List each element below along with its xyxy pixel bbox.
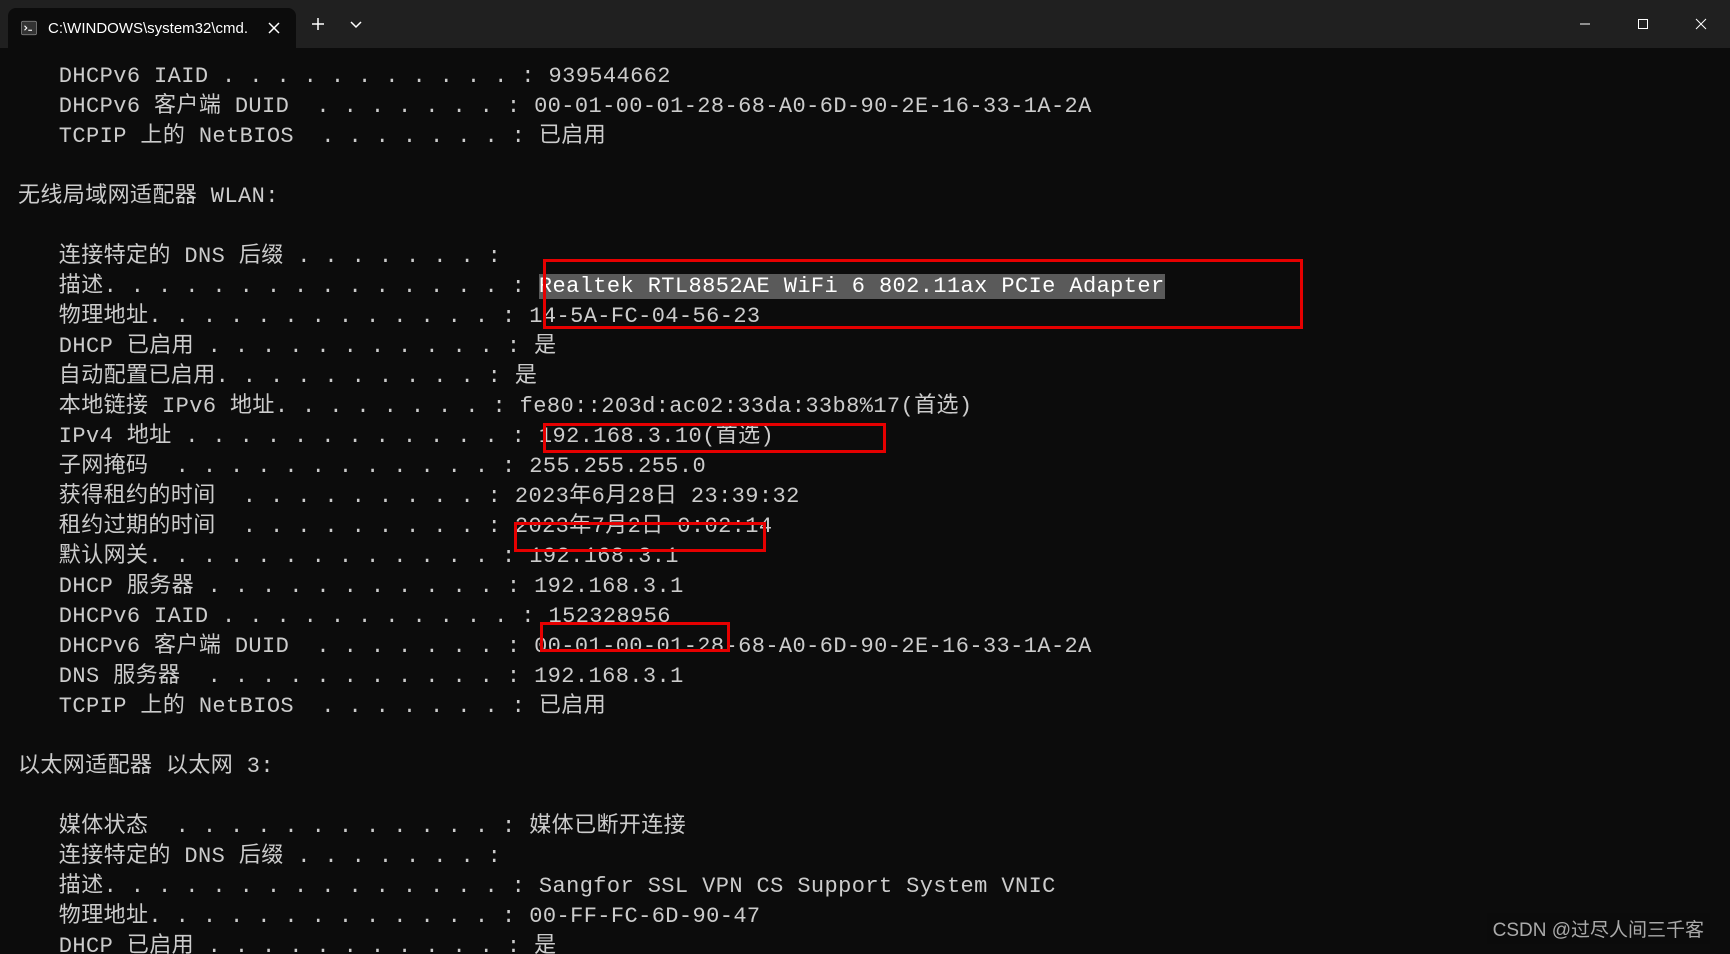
terminal-line: 物理地址. . . . . . . . . . . . . : 14-5A-FC…	[18, 302, 1712, 332]
line-value: 媒体已断开连接	[529, 814, 686, 839]
line-label: 媒体状态 . . . . . . . . . . . . :	[18, 814, 529, 839]
blank-line	[18, 212, 1712, 242]
line-value: fe80::203d:ac02:33da:33b8%17(首选)	[520, 394, 973, 419]
cmd-icon	[20, 19, 38, 37]
line-label: 租约过期的时间 . . . . . . . . . :	[18, 514, 515, 539]
line-label: DNS 服务器 . . . . . . . . . . . :	[18, 664, 534, 689]
line-label: 本地链接 IPv6 地址. . . . . . . . :	[18, 394, 520, 419]
line-value: Realtek RTL8852AE WiFi 6 802.11ax PCIe A…	[539, 274, 1165, 299]
terminal-line: 租约过期的时间 . . . . . . . . . : 2023年7月2日 0:…	[18, 512, 1712, 542]
line-value: 939544662	[548, 64, 670, 89]
section-header: 以太网适配器 以太网 3:	[18, 752, 1712, 782]
terminal-line: 获得租约的时间 . . . . . . . . . : 2023年6月28日 2…	[18, 482, 1712, 512]
line-value: 是	[534, 934, 556, 954]
terminal-line: TCPIP 上的 NetBIOS . . . . . . . : 已启用	[18, 692, 1712, 722]
terminal-line: TCPIP 上的 NetBIOS . . . . . . . : 已启用	[18, 122, 1712, 152]
maximize-button[interactable]	[1614, 0, 1672, 48]
titlebar: C:\WINDOWS\system32\cmd.	[0, 0, 1730, 48]
tab-title: C:\WINDOWS\system32\cmd.	[48, 20, 248, 37]
active-tab[interactable]: C:\WINDOWS\system32\cmd.	[8, 8, 296, 48]
blank-line	[18, 782, 1712, 812]
blank-line	[18, 722, 1712, 752]
line-value: 192.168.3.1	[529, 544, 679, 569]
line-label: 获得租约的时间 . . . . . . . . . :	[18, 484, 515, 509]
terminal-line: DNS 服务器 . . . . . . . . . . . : 192.168.…	[18, 662, 1712, 692]
terminal-line: 子网掩码 . . . . . . . . . . . . : 255.255.2…	[18, 452, 1712, 482]
terminal-line: 媒体状态 . . . . . . . . . . . . : 媒体已断开连接	[18, 812, 1712, 842]
terminal-line: DHCP 已启用 . . . . . . . . . . . : 是	[18, 332, 1712, 362]
line-value: 14-5A-FC-04-56-23	[529, 304, 760, 329]
terminal-line: DHCP 已启用 . . . . . . . . . . . : 是	[18, 932, 1712, 954]
line-value: 00-01-00-01-28-68-A0-6D-90-2E-16-33-1A-2…	[534, 94, 1092, 119]
line-value: 255.255.255.0	[529, 454, 706, 479]
line-value: Sangfor SSL VPN CS Support System VNIC	[539, 874, 1056, 899]
section-header: 无线局域网适配器 WLAN:	[18, 182, 1712, 212]
line-value: 00-FF-FC-6D-90-47	[529, 904, 760, 929]
line-value: 2023年7月2日 0:02:14	[515, 514, 773, 539]
line-value: 192.168.3.1	[534, 664, 684, 689]
line-label: DHCPv6 IAID . . . . . . . . . . . :	[18, 604, 548, 629]
line-label: 描述. . . . . . . . . . . . . . . :	[18, 874, 539, 899]
new-tab-button[interactable]	[300, 6, 336, 42]
terminal-line: 本地链接 IPv6 地址. . . . . . . . : fe80::203d…	[18, 392, 1712, 422]
line-value: 00-01-00-01-28-68-A0-6D-90-2E-16-33-1A-2…	[534, 634, 1092, 659]
line-value: 是	[515, 364, 537, 389]
line-value: 192.168.3.1	[534, 574, 684, 599]
tab-dropdown-button[interactable]	[338, 6, 374, 42]
line-value: 2023年6月28日 23:39:32	[515, 484, 800, 509]
line-value: 已启用	[539, 694, 606, 719]
terminal-line: DHCPv6 IAID . . . . . . . . . . . : 9395…	[18, 62, 1712, 92]
line-label: DHCPv6 客户端 DUID . . . . . . . :	[18, 634, 534, 659]
line-label: DHCPv6 IAID . . . . . . . . . . . :	[18, 64, 548, 89]
line-label: DHCP 服务器 . . . . . . . . . . . :	[18, 574, 534, 599]
line-value: 已启用	[539, 124, 606, 149]
terminal-line: 描述. . . . . . . . . . . . . . . : Sangfo…	[18, 872, 1712, 902]
line-value: 是	[534, 334, 556, 359]
line-label: 连接特定的 DNS 后缀 . . . . . . . :	[18, 244, 515, 269]
window-controls	[1556, 0, 1730, 48]
terminal-line: 物理地址. . . . . . . . . . . . . : 00-FF-FC…	[18, 902, 1712, 932]
line-value: 192.168.3.10(首选)	[539, 424, 774, 449]
line-label: 自动配置已启用. . . . . . . . . . :	[18, 364, 515, 389]
tab-close-button[interactable]	[262, 16, 286, 40]
watermark: CSDN @过尽人间三千客	[1487, 913, 1710, 944]
line-label: 默认网关. . . . . . . . . . . . . :	[18, 544, 529, 569]
terminal-line: DHCP 服务器 . . . . . . . . . . . : 192.168…	[18, 572, 1712, 602]
line-value: 152328956	[548, 604, 670, 629]
line-label: DHCP 已启用 . . . . . . . . . . . :	[18, 334, 534, 359]
terminal-line: 默认网关. . . . . . . . . . . . . : 192.168.…	[18, 542, 1712, 572]
minimize-button[interactable]	[1556, 0, 1614, 48]
terminal-line: DHCPv6 客户端 DUID . . . . . . . : 00-01-00…	[18, 92, 1712, 122]
close-button[interactable]	[1672, 0, 1730, 48]
terminal-line: 描述. . . . . . . . . . . . . . . : Realte…	[18, 272, 1712, 302]
line-label: DHCPv6 客户端 DUID . . . . . . . :	[18, 94, 534, 119]
line-label: TCPIP 上的 NetBIOS . . . . . . . :	[18, 694, 539, 719]
terminal-line: DHCPv6 客户端 DUID . . . . . . . : 00-01-00…	[18, 632, 1712, 662]
line-label: DHCP 已启用 . . . . . . . . . . . :	[18, 934, 534, 954]
line-label: 物理地址. . . . . . . . . . . . . :	[18, 904, 529, 929]
terminal-line: 连接特定的 DNS 后缀 . . . . . . . :	[18, 842, 1712, 872]
terminal-output[interactable]: DHCPv6 IAID . . . . . . . . . . . : 9395…	[0, 48, 1730, 954]
terminal-line: DHCPv6 IAID . . . . . . . . . . . : 1523…	[18, 602, 1712, 632]
line-label: TCPIP 上的 NetBIOS . . . . . . . :	[18, 124, 539, 149]
line-label: 子网掩码 . . . . . . . . . . . . :	[18, 454, 529, 479]
terminal-line: 连接特定的 DNS 后缀 . . . . . . . :	[18, 242, 1712, 272]
terminal-line: IPv4 地址 . . . . . . . . . . . . : 192.16…	[18, 422, 1712, 452]
line-label: 描述. . . . . . . . . . . . . . . :	[18, 274, 539, 299]
line-label: 连接特定的 DNS 后缀 . . . . . . . :	[18, 844, 515, 869]
line-label: IPv4 地址 . . . . . . . . . . . . :	[18, 424, 539, 449]
line-label: 物理地址. . . . . . . . . . . . . :	[18, 304, 529, 329]
terminal-line: 自动配置已启用. . . . . . . . . . : 是	[18, 362, 1712, 392]
blank-line	[18, 152, 1712, 182]
